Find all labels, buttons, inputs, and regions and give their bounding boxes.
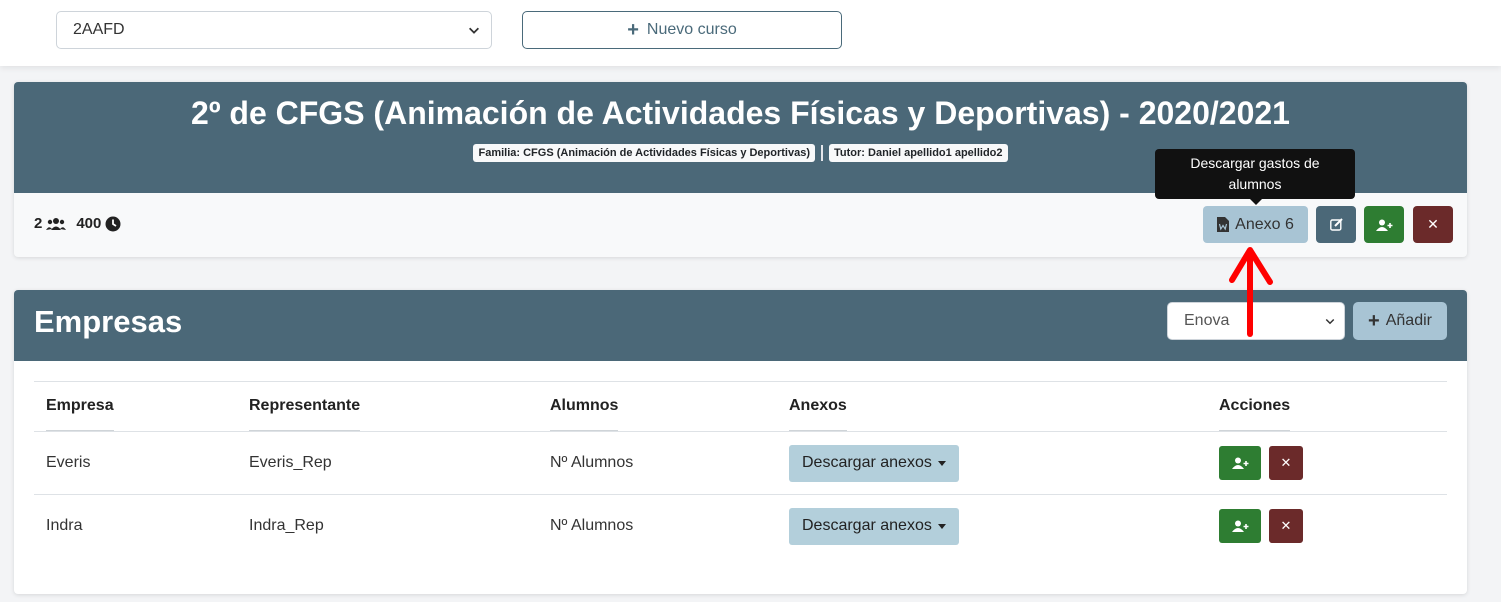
chevron-down-icon (1325, 318, 1335, 325)
add-student-to-company-button[interactable] (1219, 446, 1261, 480)
delete-company-button[interactable]: ✕ (1269, 446, 1303, 480)
tooltip-line-2: alumnos (1228, 176, 1282, 192)
add-student-button[interactable] (1364, 206, 1404, 243)
clock-icon (105, 216, 121, 231)
caret-down-icon (937, 460, 946, 466)
annotation-arrow-icon (1229, 247, 1273, 337)
course-title: 2º de CFGS (Animación de Actividades Fís… (191, 95, 1290, 131)
hours-count: 400 (76, 215, 102, 232)
tooltip-arrow (1250, 199, 1262, 205)
family-badge: Familia: CFGS (Animación de Actividades … (473, 144, 816, 162)
users-icon (46, 217, 67, 230)
table-row: Indra Indra_Rep Nº Alumnos Descargar ane… (34, 494, 1447, 557)
course-select-value: 2AAFD (73, 21, 125, 38)
download-annexes-label: Descargar anexos (802, 517, 932, 534)
cell-anexos: Descargar anexos (789, 432, 959, 494)
word-file-icon (1217, 217, 1230, 232)
column-header-anexos: Anexos (789, 382, 847, 431)
anexo6-label: Anexo 6 (1235, 215, 1294, 233)
companies-title: Empresas (34, 304, 183, 339)
chevron-down-icon (469, 27, 479, 34)
cell-alumnos: Nº Alumnos (550, 517, 634, 534)
tooltip: Descargar gastos de alumnos (1155, 149, 1355, 199)
delete-company-button[interactable]: ✕ (1269, 509, 1303, 543)
cell-representante: Indra_Rep (249, 517, 324, 534)
cell-alumnos: Nº Alumnos (550, 454, 634, 471)
close-icon: ✕ (1280, 518, 1292, 533)
cell-empresa: Indra (46, 517, 83, 534)
badge-separator (821, 145, 824, 161)
table-row: Everis Everis_Rep Nº Alumnos Descargar a… (34, 431, 1447, 494)
plus-icon: + (627, 19, 639, 41)
caret-down-icon (937, 523, 946, 529)
plus-icon: + (1368, 310, 1380, 332)
edit-icon (1329, 218, 1343, 231)
companies-table: Empresa Representante Alumnos Anexos Acc… (34, 381, 1447, 557)
edit-course-button[interactable] (1316, 206, 1356, 243)
cell-acciones: ✕ (1219, 495, 1311, 557)
cell-anexos: Descargar anexos (789, 495, 959, 557)
download-annexes-button[interactable]: Descargar anexos (789, 507, 959, 545)
user-plus-icon (1231, 520, 1248, 532)
tutor-badge: Tutor: Daniel apellido1 apellido2 (829, 144, 1008, 162)
delete-course-button[interactable]: ✕ (1413, 206, 1453, 243)
table-header-row: Empresa Representante Alumnos Anexos Acc… (34, 381, 1447, 431)
column-header-alumnos: Alumnos (550, 382, 619, 431)
user-plus-icon (1231, 457, 1248, 469)
course-select[interactable]: 2AAFD (56, 11, 492, 49)
close-icon: ✕ (1427, 216, 1439, 232)
cell-representante: Everis_Rep (249, 454, 332, 471)
download-annexes-button[interactable]: Descargar anexos (789, 444, 959, 482)
user-plus-icon (1375, 219, 1392, 231)
download-annexes-label: Descargar anexos (802, 454, 932, 471)
column-header-acciones: Acciones (1219, 382, 1291, 431)
course-stats: 2 400 (34, 215, 121, 232)
top-bar: 2AAFD + Nuevo curso (0, 0, 1501, 66)
add-student-to-company-button[interactable] (1219, 509, 1261, 543)
column-header-empresa: Empresa (46, 382, 114, 431)
new-course-label: Nuevo curso (646, 21, 737, 38)
new-course-button[interactable]: + Nuevo curso (522, 11, 842, 49)
add-company-button[interactable]: + Añadir (1353, 302, 1447, 340)
tooltip-line-1: Descargar gastos de (1190, 155, 1320, 171)
course-card: 2º de CFGS (Animación de Actividades Fís… (14, 82, 1467, 257)
column-header-representante: Representante (249, 382, 361, 431)
close-icon: ✕ (1280, 455, 1292, 470)
students-count: 2 (34, 215, 43, 232)
add-company-label: Añadir (1385, 312, 1432, 329)
cell-empresa: Everis (46, 454, 91, 471)
cell-acciones: ✕ (1219, 432, 1311, 494)
